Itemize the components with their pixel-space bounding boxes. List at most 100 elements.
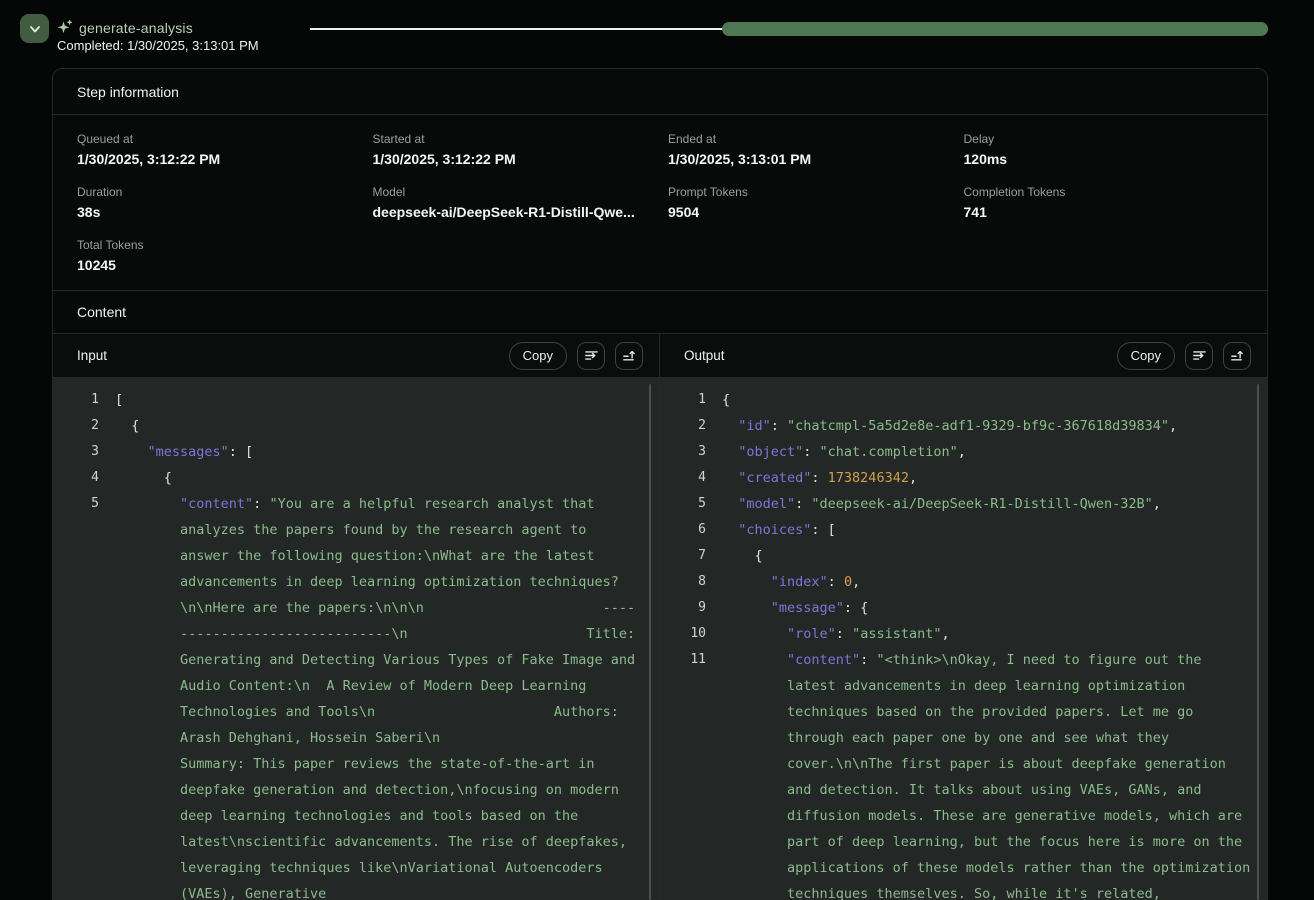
token-p: : (811, 470, 827, 486)
code-text: "model": "deepseek-ai/DeepSeek-R1-Distil… (706, 491, 1267, 517)
field-value: 120ms (964, 151, 1244, 167)
line-number: 1 (53, 387, 99, 413)
io-panes: Input Copy (53, 334, 1267, 900)
line-number: 9 (660, 595, 706, 621)
output-code-editor[interactable]: 1{2"id": "chatcmpl-5a5d2e8e-adf1-9329-bf… (660, 378, 1267, 900)
step-title-row: generate-analysis (56, 19, 193, 36)
input-code-editor[interactable]: 1[2{3"messages": [4{5"content": "You are… (53, 378, 659, 900)
token-k: "created" (738, 470, 811, 486)
timeline-span-bar[interactable] (722, 22, 1268, 36)
copy-input-button[interactable]: Copy (509, 342, 567, 370)
code-text: "role": "assistant", (706, 621, 1267, 647)
code-line: 5"model": "deepseek-ai/DeepSeek-R1-Disti… (660, 491, 1267, 517)
token-p: : { (844, 600, 868, 616)
line-number: 3 (53, 439, 99, 465)
token-s: "assistant" (852, 626, 941, 642)
collapse-step-button[interactable] (20, 14, 49, 43)
line-number: 6 (660, 517, 706, 543)
code-text: { (706, 387, 1267, 413)
code-text: { (99, 413, 659, 439)
output-pane-title: Output (684, 348, 1107, 363)
field-label: Completion Tokens (964, 185, 1244, 199)
field-label: Ended at (668, 132, 948, 146)
code-text: "message": { (706, 595, 1267, 621)
token-p: , (1169, 418, 1177, 434)
token-k: "role" (787, 626, 836, 642)
line-number: 10 (660, 621, 706, 647)
line-number: 2 (53, 413, 99, 439)
token-p: , (941, 626, 949, 642)
line-number: 5 (660, 491, 706, 517)
code-line: 9"message": { (660, 595, 1267, 621)
code-line: 6"choices": [ (660, 517, 1267, 543)
token-s: "deepseek-ai/DeepSeek-R1-Distill-Qwen-32… (811, 496, 1152, 512)
token-n: 1738246342 (828, 470, 909, 486)
code-line: 7{ (660, 543, 1267, 569)
field-value: 38s (77, 204, 357, 220)
token-p: : (836, 626, 852, 642)
code-line: 4"created": 1738246342, (660, 465, 1267, 491)
field-label: Delay (964, 132, 1244, 146)
code-text: "object": "chat.completion", (706, 439, 1267, 465)
line-number: 3 (660, 439, 706, 465)
line-number: 4 (53, 465, 99, 491)
token-s: "chatcmpl-5a5d2e8e-adf1-9329-bf9c-367618… (787, 418, 1169, 434)
code-line: 2{ (53, 413, 659, 439)
input-pane: Input Copy (53, 334, 660, 900)
field-value: 10245 (77, 257, 357, 273)
step-information-title: Step information (77, 84, 179, 100)
input-pane-header: Input Copy (53, 334, 659, 378)
code-text: [ (99, 387, 659, 413)
step-information-header: Step information (53, 69, 1267, 115)
line-number: 8 (660, 569, 706, 595)
token-p: : (795, 496, 811, 512)
field-completion-tokens: Completion Tokens 741 (964, 185, 1244, 220)
input-pane-title: Input (77, 348, 499, 363)
output-scrollbar[interactable] (1257, 384, 1259, 900)
field-duration: Duration 38s (77, 185, 357, 220)
token-p: [ (115, 392, 123, 408)
field-value: 741 (964, 204, 1244, 220)
line-number: 5 (53, 491, 99, 900)
field-label: Prompt Tokens (668, 185, 948, 199)
code-line: 3"object": "chat.completion", (660, 439, 1267, 465)
token-p: : (771, 418, 787, 434)
field-label: Duration (77, 185, 357, 199)
line-number: 4 (660, 465, 706, 491)
code-line: 1[ (53, 387, 659, 413)
expand-top-icon (622, 348, 637, 363)
token-n: 0 (844, 574, 852, 590)
expand-top-icon (1230, 348, 1245, 363)
token-k: "content" (787, 652, 860, 668)
wrap-text-button[interactable] (577, 342, 605, 370)
input-scrollbar[interactable] (649, 384, 651, 900)
token-k: "object" (738, 444, 803, 460)
code-line: 5"content": "You are a helpful research … (53, 491, 659, 900)
token-p: { (164, 470, 172, 486)
token-p: , (909, 470, 917, 486)
token-p: { (131, 418, 139, 434)
sparkles-icon (56, 19, 73, 36)
line-number: 7 (660, 543, 706, 569)
token-k: "id" (738, 418, 771, 434)
token-k: "choices" (738, 522, 811, 538)
field-label: Queued at (77, 132, 357, 146)
content-section-header: Content (53, 290, 1267, 334)
collapse-content-button[interactable] (1223, 342, 1251, 370)
output-pane: Output Copy (660, 334, 1267, 900)
collapse-content-button[interactable] (615, 342, 643, 370)
code-line: 11"content": "<think>\nOkay, I need to f… (660, 647, 1267, 900)
field-value: 1/30/2025, 3:12:22 PM (77, 151, 357, 167)
token-p: { (722, 392, 730, 408)
code-line: 8"index": 0, (660, 569, 1267, 595)
code-text: "id": "chatcmpl-5a5d2e8e-adf1-9329-bf9c-… (706, 413, 1267, 439)
token-k: "model" (738, 496, 795, 512)
wrap-text-button[interactable] (1185, 342, 1213, 370)
code-text: "created": 1738246342, (706, 465, 1267, 491)
code-text: "choices": [ (706, 517, 1267, 543)
copy-output-button[interactable]: Copy (1117, 342, 1175, 370)
code-line: 3"messages": [ (53, 439, 659, 465)
line-number: 1 (660, 387, 706, 413)
token-p: : (860, 652, 876, 668)
step-detail-panel: Step information Queued at 1/30/2025, 3:1… (52, 68, 1268, 900)
